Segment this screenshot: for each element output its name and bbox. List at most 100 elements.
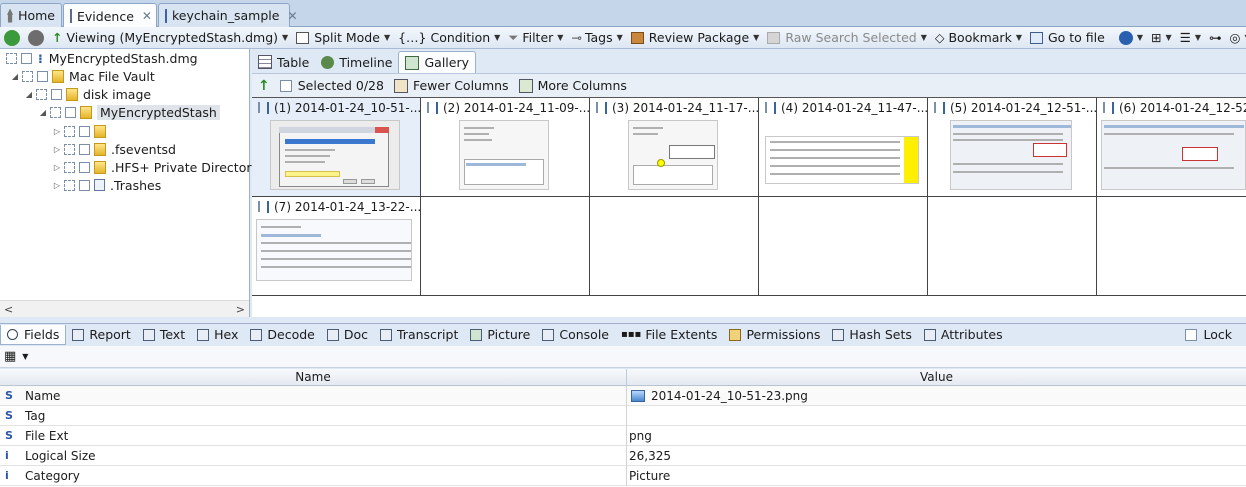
info-dropdown[interactable]: ▼ <box>1115 28 1147 48</box>
gallery-item[interactable]: (2) 2014-01-24_11-09-... <box>421 98 590 197</box>
fewer-columns-button[interactable]: Fewer Columns <box>393 78 509 93</box>
checkbox[interactable] <box>64 125 75 137</box>
tab-keychain-sample[interactable]: keychain_sample ✕ <box>158 3 298 27</box>
review-package-dropdown[interactable]: Review Package ▼ <box>627 28 764 48</box>
expand-icon[interactable]: ▷ <box>52 127 62 136</box>
item-checkbox[interactable] <box>258 102 260 113</box>
tab-fields[interactable]: Fields <box>0 324 67 345</box>
forward-button[interactable] <box>24 28 48 48</box>
more-columns-button[interactable]: More Columns <box>518 78 627 93</box>
item-checkbox[interactable] <box>258 201 260 212</box>
expand-icon[interactable]: ▷ <box>52 145 62 154</box>
up-folder-icon[interactable]: ↑ <box>258 78 270 94</box>
close-icon[interactable]: ✕ <box>142 9 152 23</box>
tree-item-trashes[interactable]: ▷ .Trashes <box>52 176 161 194</box>
tab-doc[interactable]: Doc <box>321 325 374 345</box>
collapse-icon[interactable]: ◢ <box>24 90 34 99</box>
checkbox[interactable] <box>21 52 32 64</box>
tree-horizontal-scrollbar[interactable]: < > <box>0 300 249 317</box>
table-row[interactable]: i Category Picture <box>0 465 1246 486</box>
tree-item-unnamed[interactable]: ▷ <box>52 122 111 140</box>
tab-permissions[interactable]: Permissions <box>723 325 826 345</box>
checkbox[interactable] <box>79 161 90 173</box>
hierarchy-button[interactable]: ⊶ <box>1205 28 1226 48</box>
tags-dropdown[interactable]: ⊸ Tags ▼ <box>567 28 626 48</box>
checkbox[interactable] <box>64 179 75 191</box>
lock-toggle[interactable]: Lock <box>1183 327 1246 342</box>
scroll-left-icon[interactable]: < <box>4 303 13 316</box>
tree-item-hfs-private[interactable]: ▷ .HFS+ Private Directory Da <box>52 158 280 176</box>
tab-hex[interactable]: Hex <box>191 325 244 345</box>
gallery-item[interactable]: (1) 2014-01-24_10-51-... <box>252 98 421 197</box>
table-row[interactable]: S Tag <box>0 405 1246 426</box>
select-all-checkbox[interactable] <box>279 79 292 92</box>
expand-icon[interactable]: ▷ <box>52 163 62 172</box>
checkbox[interactable] <box>51 88 62 100</box>
item-checkbox[interactable] <box>765 102 767 113</box>
table-options-icon[interactable]: ▦ <box>4 349 16 364</box>
viewing-dropdown[interactable]: ↑ Viewing (MyEncryptedStash.dmg) ▼ <box>48 28 292 48</box>
split-mode-dropdown[interactable]: Split Mode ▼ <box>292 28 394 48</box>
table-row[interactable]: S Name 2014-01-24_10-51-23.png <box>0 385 1246 406</box>
gallery-item[interactable]: (6) 2014-01-24_12-52 <box>1097 98 1246 197</box>
close-icon[interactable]: ✕ <box>287 9 297 23</box>
back-button[interactable] <box>0 28 24 48</box>
column-header-value[interactable]: Value <box>627 369 1246 385</box>
tree-item-disk-image[interactable]: ◢ disk image <box>24 85 151 103</box>
tab-picture[interactable]: Picture <box>464 325 536 345</box>
gallery-item[interactable]: (7) 2014-01-24_13-22-... <box>252 197 421 296</box>
table-row[interactable]: S File Ext png <box>0 425 1246 446</box>
tree-view-dropdown[interactable]: ⊞ ▼ <box>1147 28 1176 48</box>
gallery-item[interactable]: (3) 2014-01-24_11-17-... <box>590 98 759 197</box>
gallery-item[interactable]: (4) 2014-01-24_11-47-... <box>759 98 928 197</box>
item-checkbox[interactable] <box>596 102 598 113</box>
checkbox[interactable] <box>37 70 48 82</box>
chevron-down-icon[interactable]: ▼ <box>22 352 28 361</box>
tab-gallery[interactable]: Gallery <box>398 51 477 73</box>
scroll-right-icon[interactable]: > <box>236 303 245 316</box>
tree-item-myencryptedstash[interactable]: ◢ MyEncryptedStash <box>38 103 220 121</box>
table-row[interactable]: i Logical Size 26,325 <box>0 445 1246 466</box>
tab-report[interactable]: Report <box>66 325 136 345</box>
filter-dropdown[interactable]: ⏷ Filter ▼ <box>504 28 567 48</box>
tree-item-fseventsd[interactable]: ▷ .fseventsd <box>52 140 176 158</box>
tab-file-extents[interactable]: ▪▪▪ File Extents <box>615 325 723 345</box>
item-checkbox[interactable] <box>1103 102 1105 113</box>
collapse-icon[interactable]: ◢ <box>10 72 20 81</box>
checkbox[interactable] <box>79 179 90 191</box>
collapse-icon[interactable]: ◢ <box>38 108 48 117</box>
condition-dropdown[interactable]: {…} Condition ▼ <box>394 28 504 48</box>
checkbox[interactable] <box>65 106 76 118</box>
columns-dropdown[interactable]: ☰ ▼ <box>1176 28 1205 48</box>
expand-icon[interactable]: ▷ <box>52 181 62 190</box>
bookmark-dropdown[interactable]: ◇ Bookmark ▼ <box>931 28 1026 48</box>
lock-checkbox[interactable] <box>1185 328 1198 341</box>
globe-dropdown[interactable]: ◎▼ <box>1226 28 1246 48</box>
tab-timeline[interactable]: Timeline <box>315 51 398 73</box>
gallery-item[interactable]: (5) 2014-01-24_12-51-... <box>928 98 1097 197</box>
tab-hash-sets[interactable]: Hash Sets <box>826 325 918 345</box>
raw-search-selected-dropdown[interactable]: Raw Search Selected ▼ <box>763 28 931 48</box>
go-to-file-button[interactable]: Go to file <box>1026 28 1109 48</box>
tree-item-root[interactable]: ⁝ MyEncryptedStash.dmg <box>4 49 198 67</box>
item-checkbox[interactable] <box>934 102 936 113</box>
tab-console[interactable]: Console <box>536 325 615 345</box>
item-checkbox[interactable] <box>427 102 429 113</box>
checkbox[interactable] <box>6 52 17 64</box>
tab-attributes[interactable]: Attributes <box>918 325 1009 345</box>
checkbox[interactable] <box>22 70 33 82</box>
checkbox[interactable] <box>79 143 90 155</box>
column-header-name[interactable]: Name <box>0 369 627 385</box>
tab-decode[interactable]: Decode <box>244 325 320 345</box>
checkbox[interactable] <box>79 125 90 137</box>
tab-home[interactable]: Home <box>0 3 62 27</box>
checkbox[interactable] <box>36 88 47 100</box>
checkbox[interactable] <box>64 161 75 173</box>
tree-item-mac-file-vault[interactable]: ◢ Mac File Vault <box>10 67 155 85</box>
checkbox[interactable] <box>64 143 75 155</box>
checkbox[interactable] <box>50 106 61 118</box>
tab-transcript[interactable]: Transcript <box>374 325 464 345</box>
tab-table[interactable]: Table <box>252 51 315 73</box>
tab-text[interactable]: Text <box>137 325 191 345</box>
tab-evidence[interactable]: Evidence ✕ <box>63 3 157 28</box>
